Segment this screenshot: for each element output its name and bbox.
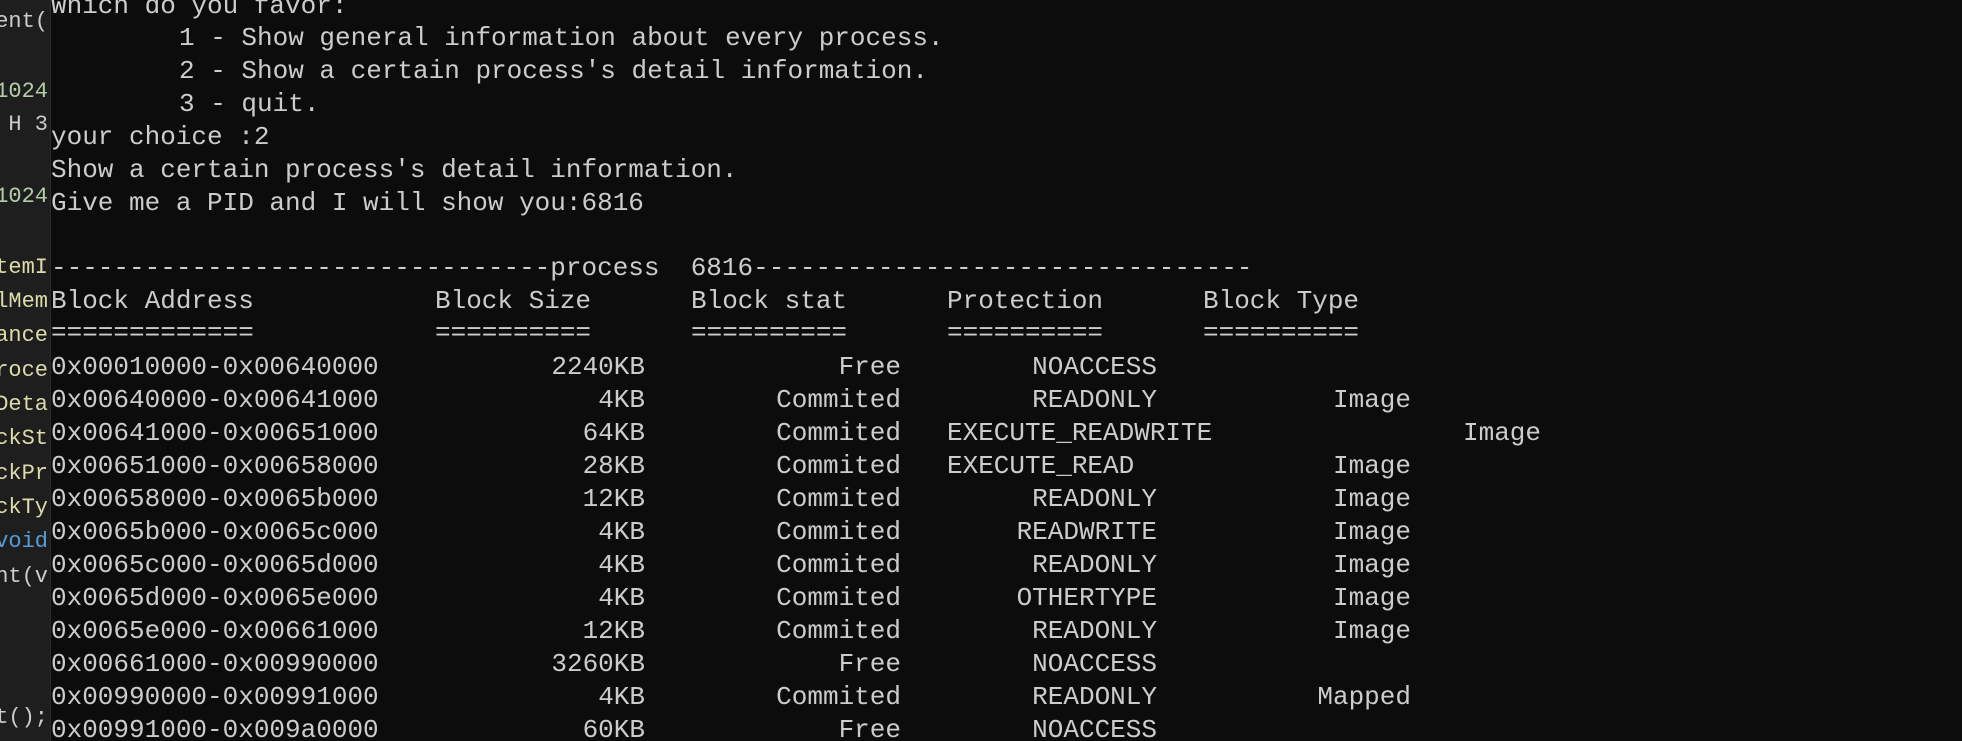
cell-size: 3260KB (551, 649, 645, 679)
gutter-code-fragment: void (0, 529, 48, 554)
cell-size: 12KB (582, 484, 645, 514)
cell-stat: Commited (776, 682, 901, 712)
cell-address: 0x00640000-0x00641000 (51, 385, 379, 415)
header-block-stat: Block stat (691, 286, 848, 316)
cell-size: 4KB (598, 550, 645, 580)
cell-address: 0x00010000-0x00640000 (51, 352, 379, 382)
cell-stat: Commited (776, 583, 901, 613)
cell-stat: Commited (776, 616, 901, 646)
cell-address: 0x0065e000-0x00661000 (51, 616, 379, 646)
menu-prompt: Which do you favor: (51, 0, 348, 21)
gutter-code-fragment: roce (0, 358, 48, 383)
cell-size: 4KB (598, 517, 645, 547)
gutter-code-fragment: ckSt (0, 426, 48, 451)
cell-protection: READONLY (1032, 385, 1157, 415)
cell-type: Image (1332, 451, 1411, 481)
cell-stat: Commited (776, 451, 901, 481)
header-underline: ========== (691, 318, 848, 348)
cell-stat: Commited (776, 484, 901, 514)
cell-stat: Commited (776, 517, 901, 547)
cell-address: 0x0065c000-0x0065d000 (51, 550, 379, 580)
cell-protection: NOACCESS (1032, 715, 1157, 741)
cell-type: Image (1332, 550, 1411, 580)
cell-protection: NOACCESS (1032, 649, 1157, 679)
cell-type: Image (1332, 385, 1411, 415)
cell-address: 0x00641000-0x00651000 (51, 418, 379, 448)
header-underline: ========== (1203, 318, 1360, 348)
gutter-code-fragment: lMem (0, 289, 48, 314)
cell-address: 0x00661000-0x00990000 (51, 649, 379, 679)
cell-stat: Free (838, 715, 901, 741)
cell-stat: Free (838, 352, 901, 382)
cell-protection: READONLY (1032, 682, 1157, 712)
cell-size: 4KB (598, 583, 645, 613)
gutter-code-fragment: 1024 (0, 79, 48, 104)
menu-option-1: 1 - Show general information about every… (179, 23, 944, 53)
cell-stat: Commited (776, 550, 901, 580)
cell-stat: Free (838, 649, 901, 679)
header-protection: Protection (947, 286, 1104, 316)
cell-size: 2240KB (551, 352, 645, 382)
gutter-code-fragment: Deta (0, 392, 48, 417)
cell-type: Image (1332, 616, 1411, 646)
gutter-code-fragment: t(); (0, 705, 48, 730)
gutter-code-fragment: 1024 (0, 184, 48, 209)
cell-address: 0x00990000-0x00991000 (51, 682, 379, 712)
cell-size: 12KB (582, 616, 645, 646)
cell-protection: NOACCESS (1032, 352, 1157, 382)
gutter-code-fragment: H 3 (8, 112, 48, 137)
cell-address: 0x00658000-0x0065b000 (51, 484, 379, 514)
gutter-code-fragment: ckTy (0, 495, 48, 520)
screen: ent( 1024 H 3 1024 temI lMem ance roce Deta ckSt c… (0, 0, 1962, 741)
code-editor-gutter: ent( 1024 H 3 1024 temI lMem ance roce Deta ckSt c… (0, 0, 51, 741)
cell-protection: READWRITE (1016, 517, 1157, 547)
cell-protection: READONLY (1032, 550, 1157, 580)
header-block-type: Block Type (1203, 286, 1360, 316)
cell-address: 0x00991000-0x009a0000 (51, 715, 379, 741)
choice-line: your choice :2 (51, 122, 270, 152)
cell-protection: READONLY (1032, 484, 1157, 514)
header-underline: ========== (947, 318, 1104, 348)
cell-address: 0x00651000-0x00658000 (51, 451, 379, 481)
cell-size: 60KB (582, 715, 645, 741)
process-separator: --------------------------------process … (51, 253, 1253, 283)
menu-option-2: 2 - Show a certain process's detail info… (179, 56, 928, 86)
header-block-size: Block Size (435, 286, 592, 316)
gutter-code-fragment: temI (0, 255, 48, 280)
cell-protection: READONLY (1032, 616, 1157, 646)
cell-protection: OTHERTYPE (1016, 583, 1157, 613)
cell-type: Image (1332, 517, 1411, 547)
cell-type: Image (1332, 583, 1411, 613)
menu-option-3: 3 - quit. (179, 89, 320, 119)
cell-address: 0x0065d000-0x0065e000 (51, 583, 379, 613)
cell-protection: EXECUTE_READWRITE (947, 418, 1213, 448)
cell-stat: Commited (776, 418, 901, 448)
cell-address: 0x0065b000-0x0065c000 (51, 517, 379, 547)
gutter-code-fragment: ckPr (0, 461, 48, 486)
header-underline: ============= (51, 318, 254, 348)
cell-type: Mapped (1317, 682, 1411, 712)
mode-line: Show a certain process's detail informat… (51, 155, 738, 185)
gutter-code-fragment: ance (0, 323, 48, 348)
cell-stat: Commited (776, 385, 901, 415)
cell-type: Image (1332, 484, 1411, 514)
gutter-code-fragment: ent( (0, 9, 48, 34)
cell-type: Image (1462, 418, 1541, 448)
console-window[interactable]: Which do you favor: 1 - Show general inf… (51, 0, 1962, 741)
gutter-code-fragment: nt(v (0, 564, 48, 589)
cell-size: 28KB (582, 451, 645, 481)
header-underline: ========== (435, 318, 592, 348)
cell-size: 4KB (598, 682, 645, 712)
header-block-address: Block Address (51, 286, 254, 316)
cell-size: 64KB (582, 418, 645, 448)
pid-prompt-line: Give me a PID and I will show you:6816 (51, 188, 644, 218)
cell-size: 4KB (598, 385, 645, 415)
